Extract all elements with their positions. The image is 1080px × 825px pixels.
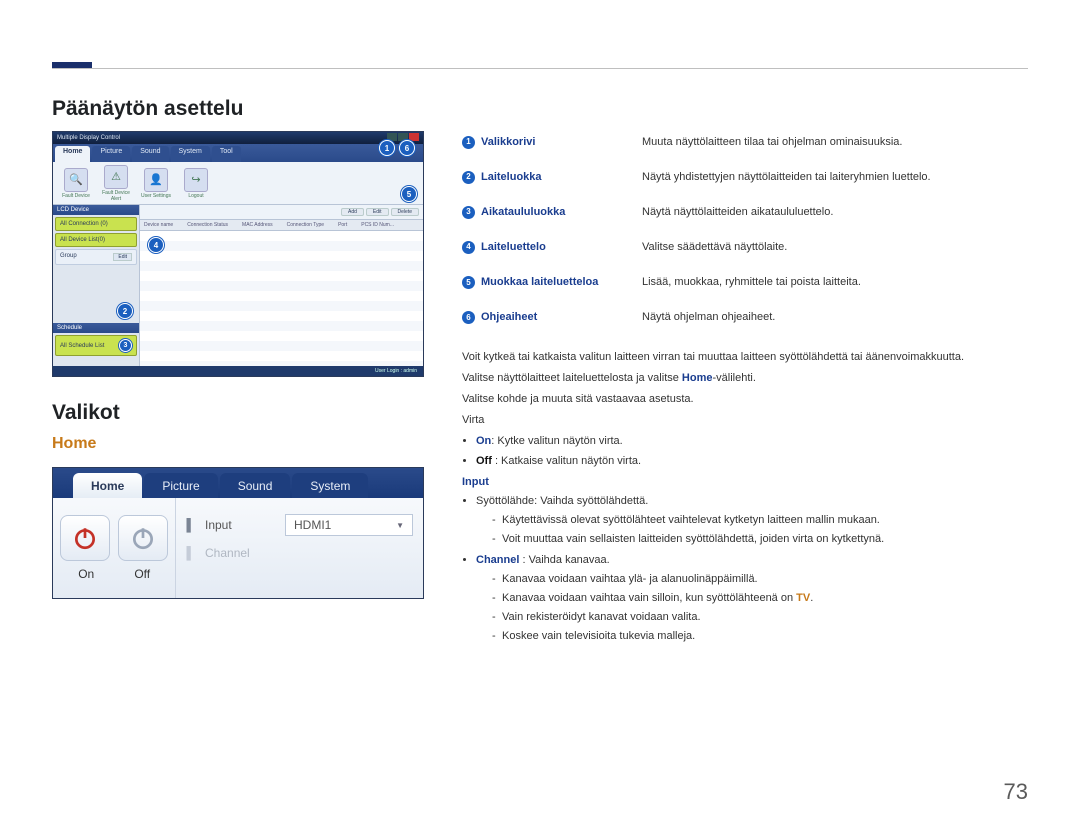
tab2-sound: Sound xyxy=(220,473,291,498)
toolbar-user-settings: 👤User Settings xyxy=(139,168,173,199)
circle-3-icon: 3 xyxy=(462,206,475,219)
callout-3: 3 xyxy=(119,339,132,352)
table-header: Device name Connection Status MAC Addres… xyxy=(140,220,423,231)
tab-home: Home xyxy=(55,146,90,162)
tab-sound: Sound xyxy=(132,146,168,162)
list-action-buttons: Add Edit Delete xyxy=(140,205,423,220)
callout-1: 1 xyxy=(379,140,395,156)
input-label: Input xyxy=(205,518,275,532)
circle-2-icon: 2 xyxy=(462,171,475,184)
toolbar-fault-alert: ⚠Fault Device Alert xyxy=(99,165,133,202)
power-on-button xyxy=(60,515,110,561)
circle-6-icon: 6 xyxy=(462,311,475,324)
divider-icon: ▌ xyxy=(186,518,195,532)
sidebar-all-connection: All Connection (0) xyxy=(55,217,137,231)
power-off-button xyxy=(118,515,168,561)
table-rows: 4 xyxy=(140,231,423,377)
sidebar-group: GroupEdit xyxy=(55,249,137,265)
power-off-label: Off xyxy=(118,567,166,581)
tab-system: System xyxy=(171,146,210,162)
section-title-menus: Valikot xyxy=(52,401,422,425)
input-select: HDMI1▼ xyxy=(285,514,413,536)
sidebar-header-lcd: LCD Device xyxy=(53,205,139,215)
toolbar-fault-device: 🔍Fault Device xyxy=(59,168,93,199)
power-icon xyxy=(72,525,98,551)
sidebar-schedule-list: All Schedule List 3 xyxy=(55,335,137,356)
intro-text-2: Valitse näyttölaitteet laiteluettelosta … xyxy=(462,370,1028,387)
circle-4-icon: 4 xyxy=(462,241,475,254)
circle-5-icon: 5 xyxy=(462,276,475,289)
callout-5: 5 xyxy=(401,186,417,202)
input-header: Input xyxy=(462,474,1028,491)
screenshot-app-window: Multiple Display Control Home Picture So… xyxy=(52,131,424,377)
callout-6: 6 xyxy=(399,140,415,156)
divider-icon: ▌ xyxy=(186,546,195,560)
power-on-label: On xyxy=(62,567,110,581)
input-list: Syöttölähde: Vaihda syöttölähdettä. Käyt… xyxy=(476,493,1028,645)
virta-header: Virta xyxy=(462,412,1028,429)
circle-1-icon: 1 xyxy=(462,136,475,149)
intro-text-1: Voit kytkeä tai katkaista valitun laitte… xyxy=(462,349,1028,366)
screenshot-home-panel: Home Picture Sound System xyxy=(52,467,424,599)
sidebar-header-schedule: Schedule xyxy=(53,323,139,333)
section-title-layout: Päänäytön asettelu xyxy=(52,97,422,121)
status-bar: User Login : admin xyxy=(53,366,423,376)
power-icon xyxy=(130,525,156,551)
callout-2: 2 xyxy=(117,303,133,319)
tab-picture: Picture xyxy=(92,146,130,162)
page-number: 73 xyxy=(1004,779,1028,805)
toolbar-logout: ↪Logout xyxy=(179,168,213,199)
chevron-down-icon: ▼ xyxy=(396,521,404,530)
virta-list: On: Kytke valitun näytön virta. Off : Ka… xyxy=(476,433,1028,469)
subsection-home: Home xyxy=(52,435,422,453)
tab2-system: System xyxy=(292,473,368,498)
tab-tool: Tool xyxy=(212,146,241,162)
window-title: Multiple Display Control xyxy=(57,135,120,141)
tab2-home: Home xyxy=(73,473,142,498)
channel-label: Channel xyxy=(205,546,275,560)
intro-text-3: Valitse kohde ja muuta sitä vastaavaa as… xyxy=(462,391,1028,408)
callout-description-table: 1ValikkoriviMuuta näyttölaitteen tilaa t… xyxy=(462,125,1028,335)
tab2-picture: Picture xyxy=(144,473,217,498)
sidebar-all-device-list: All Device List(0) xyxy=(55,233,137,247)
callout-4: 4 xyxy=(148,237,164,253)
